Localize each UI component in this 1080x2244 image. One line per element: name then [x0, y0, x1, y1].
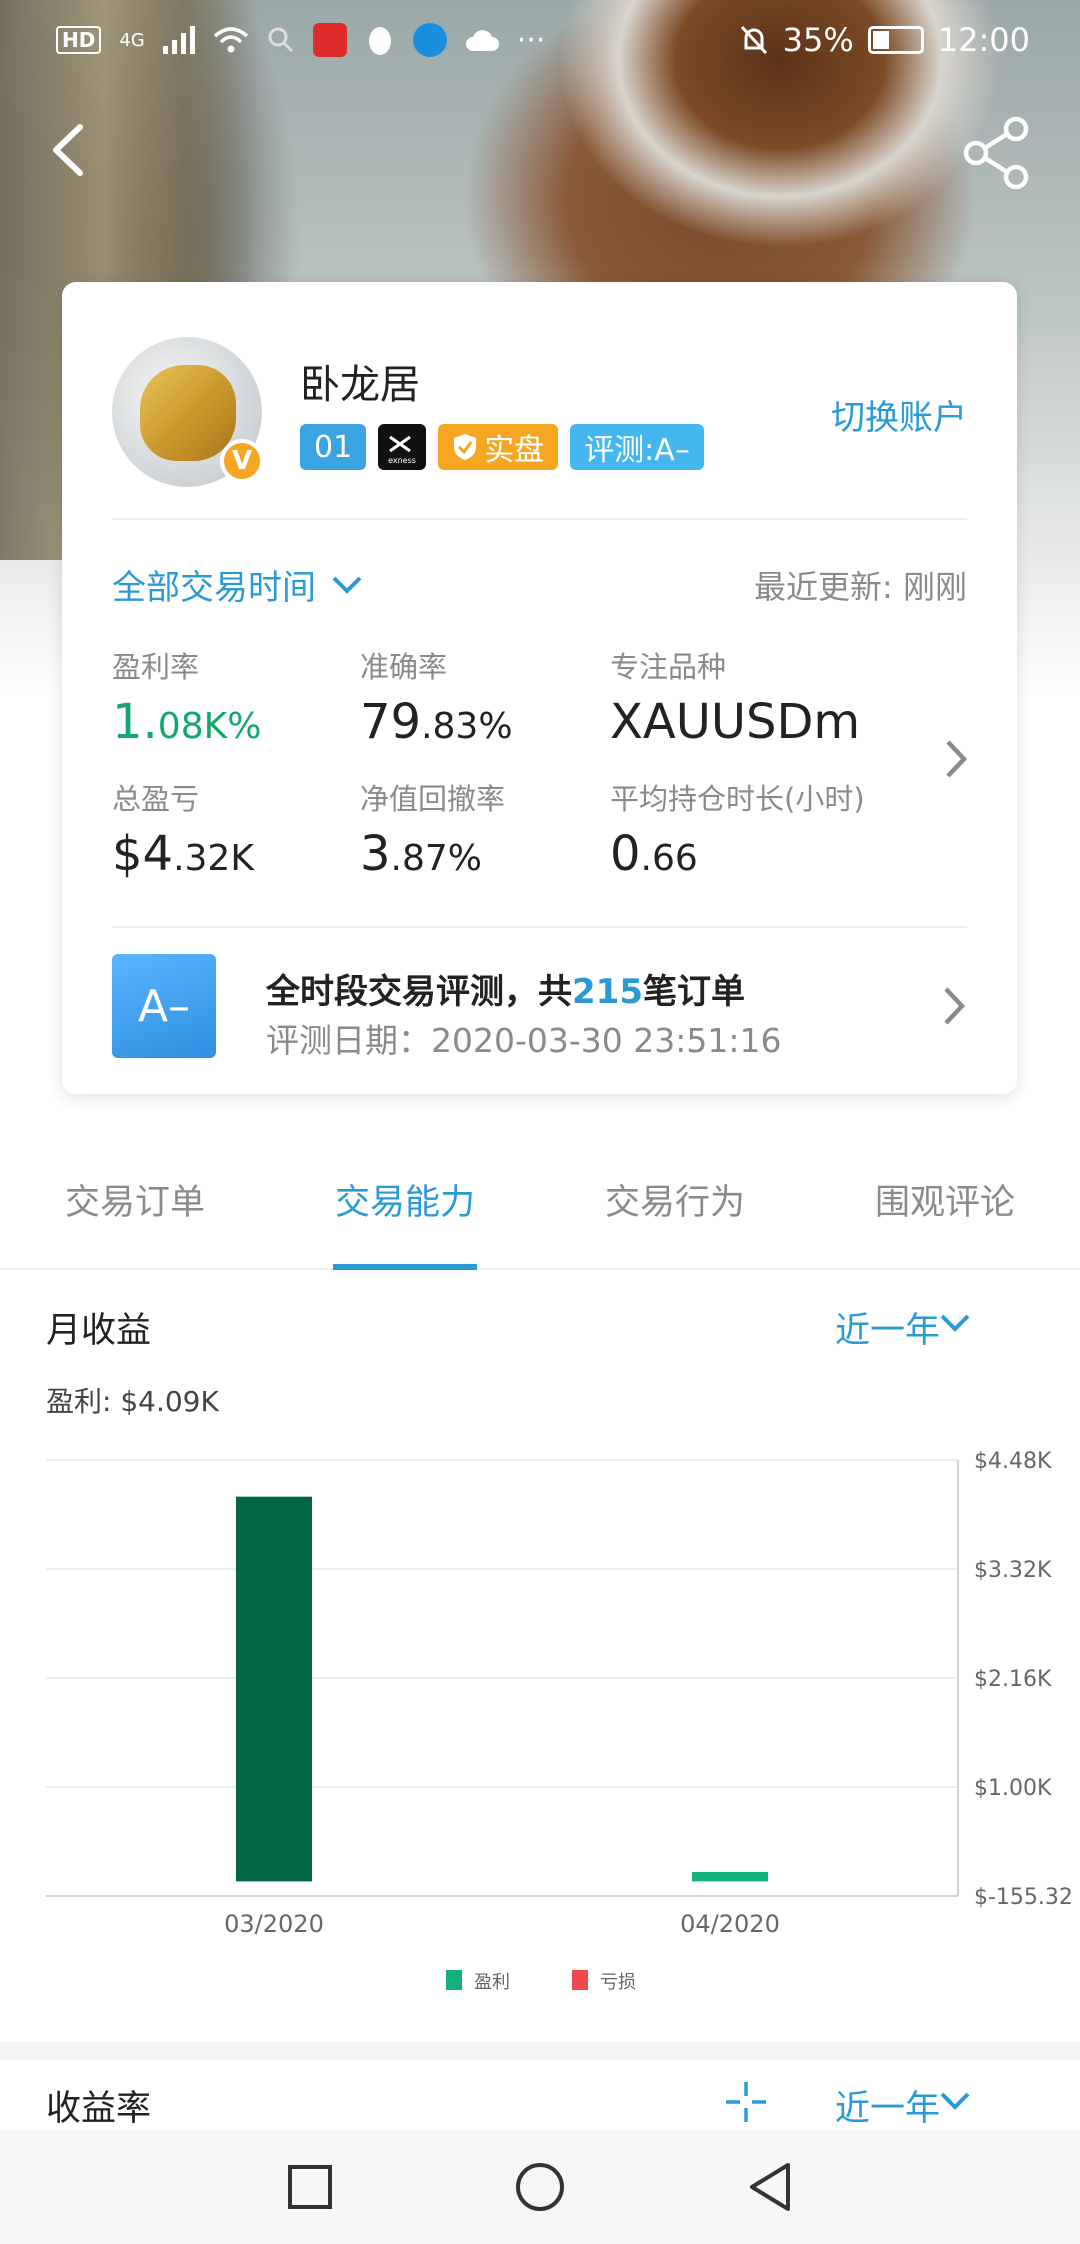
legend-swatch: [446, 1970, 462, 1990]
monthly-returns-chart: $4.48K $3.32K $2.16K $1.00K $-155.32 03/2020 0…: [46, 1449, 1073, 1993]
signal-icon: [162, 26, 195, 54]
order-count: 215: [572, 972, 643, 1012]
stat-total-pnl: 总盈亏 $4.32K: [112, 776, 254, 882]
profile-card: V 卧龙居 01 exness 实盘 评测:A– 切换账户 全部交易时间 最近更…: [62, 282, 1017, 1094]
back-icon[interactable]: [746, 2161, 794, 2213]
grade-tile: A–: [112, 954, 216, 1058]
chevron-down-icon[interactable]: [938, 1312, 972, 1334]
status-bar: HD 4G ··· 35% 12:00: [0, 0, 1080, 80]
avatar[interactable]: V: [112, 337, 264, 487]
y-tick-label: $2.16K: [974, 1667, 1052, 1692]
tab-orders[interactable]: 交易订单: [0, 1140, 270, 1268]
recent-apps-icon[interactable]: [286, 2163, 334, 2211]
broker-name: exness: [388, 456, 416, 465]
trader-name: 卧龙居: [300, 362, 420, 408]
stat-value: XAUUSDm: [610, 694, 861, 750]
x-tick-label: 03/2020: [224, 1910, 324, 1938]
chevron-right-icon[interactable]: [941, 984, 967, 1028]
stat-focus-symbol: 专注品种 XAUUSDm: [610, 644, 860, 750]
tab-ability[interactable]: 交易能力: [270, 1140, 540, 1268]
clock: 12:00: [937, 21, 1030, 59]
more-notifications-icon: ···: [516, 22, 546, 58]
exness-logo-icon: exness: [388, 435, 416, 465]
home-icon[interactable]: [514, 2161, 566, 2213]
monthly-profit-total: 盈利: $4.09K: [46, 1385, 219, 1418]
wifi-icon: [213, 27, 248, 53]
stat-label: 总盈亏: [112, 782, 200, 816]
badge-row: 01 exness 实盘 评测:A–: [300, 424, 704, 470]
stat-value: 3.87%: [360, 826, 483, 882]
time-range-dropdown[interactable]: 全部交易时间: [112, 560, 364, 609]
yield-period-dropdown[interactable]: 近一年: [835, 2080, 940, 2131]
stat-avg-holding: 平均持仓时长(小时) 0.66: [610, 776, 865, 882]
app-notification-icon: [312, 23, 347, 57]
card-divider: [112, 518, 967, 520]
penguin-icon: [368, 27, 391, 55]
verified-icon: V: [220, 439, 264, 483]
section-separator: [0, 2042, 1080, 2060]
hd-indicator: HD: [56, 26, 102, 54]
stat-label: 准确率: [360, 650, 448, 684]
battery-percent: 35%: [782, 21, 854, 59]
legend-swatch: [572, 1970, 588, 1990]
stat-drawdown: 净值回撤率 3.87%: [360, 776, 505, 882]
avatar-puzzle-image: [140, 365, 236, 461]
mute-bell-icon: [740, 25, 767, 55]
y-tick-label: $-155.32: [974, 1885, 1073, 1910]
stat-value: 79.83%: [360, 694, 513, 750]
stat-label: 专注品种: [610, 650, 727, 684]
yield-title: 收益率: [46, 2089, 152, 2129]
rating-title: 全时段交易评测，共215笔订单: [266, 972, 745, 1012]
stat-profit-rate: 盈利率 1.08K%: [112, 644, 261, 750]
level-badge: 01: [300, 424, 367, 470]
monthly-returns-title: 月收益: [46, 1311, 152, 1351]
time-range-label: 全部交易时间: [112, 568, 316, 608]
rating-badge: 评测:A–: [570, 424, 704, 470]
stat-accuracy: 准确率 79.83%: [360, 644, 513, 750]
legend-label: 亏损: [600, 1972, 636, 1993]
tab-behavior[interactable]: 交易行为: [540, 1140, 810, 1268]
y-tick-label: $4.48K: [974, 1449, 1052, 1474]
bar: [236, 1496, 312, 1882]
search-icon: [268, 27, 293, 53]
card-divider: [112, 926, 967, 928]
browser-icon: [412, 23, 447, 57]
share-icon[interactable]: [962, 115, 1032, 190]
tab-comments[interactable]: 围观评论: [810, 1140, 1080, 1268]
stat-value: 1.08K%: [112, 694, 262, 750]
stat-value: $4.32K: [112, 826, 254, 882]
system-navigation-bar: [0, 2130, 1080, 2244]
stat-label: 净值回撤率: [360, 782, 506, 816]
rating-summary-row[interactable]: A– 全时段交易评测，共215笔订单 评测日期：2020-03-30 23:51…: [112, 954, 967, 1064]
live-account-label: 实盘: [484, 433, 545, 468]
chevron-down-icon[interactable]: [938, 2090, 972, 2112]
shield-check-icon: [454, 434, 477, 460]
switch-account-button[interactable]: 切换账户: [831, 390, 967, 439]
network-type: 4G: [119, 29, 145, 51]
stat-label: 平均持仓时长(小时): [610, 782, 865, 816]
y-tick-label: $3.32K: [974, 1558, 1052, 1583]
rating-date: 评测日期：2020-03-30 23:51:16: [266, 1021, 782, 1060]
bar: [692, 1871, 768, 1882]
monthly-period-dropdown[interactable]: 近一年: [835, 1302, 940, 1353]
tab-bar: 交易订单 交易能力 交易行为 围观评论: [0, 1140, 1080, 1270]
legend-label: 盈利: [474, 1972, 510, 1993]
chevron-down-icon: [332, 576, 362, 594]
battery-icon: [867, 26, 924, 54]
stat-label: 盈利率: [112, 650, 200, 684]
live-account-badge: 实盘: [438, 424, 559, 470]
broker-exness-logo: exness: [378, 424, 427, 470]
stat-value: 0.66: [610, 826, 698, 882]
chevron-right-icon[interactable]: [943, 737, 969, 781]
back-arrow-icon[interactable]: [40, 115, 100, 185]
x-tick-label: 04/2020: [680, 1910, 780, 1938]
crosshair-icon[interactable]: [722, 2078, 770, 2126]
last-update-text: 最近更新: 刚刚: [754, 568, 967, 606]
cloud-icon: [465, 30, 499, 51]
y-tick-label: $1.00K: [974, 1776, 1052, 1801]
